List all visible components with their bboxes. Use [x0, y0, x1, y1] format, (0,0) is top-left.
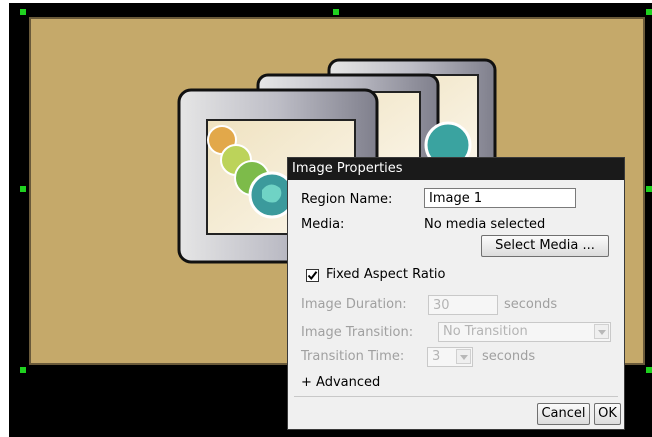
advanced-toggle[interactable]: + Advanced: [301, 375, 380, 390]
image-duration-unit: seconds: [504, 297, 558, 312]
media-status: No media selected: [424, 217, 546, 232]
image-transition-select[interactable]: No Transition: [438, 322, 611, 342]
chevron-down-icon[interactable]: [456, 349, 471, 364]
transition-time-value: 3: [432, 349, 441, 364]
dialog-title: Image Properties: [288, 158, 624, 180]
chevron-down-icon[interactable]: [594, 324, 609, 339]
fixed-aspect-label: Fixed Aspect Ratio: [326, 267, 446, 282]
image-transition-label: Image Transition:: [301, 325, 414, 340]
fixed-aspect-checkbox[interactable]: [306, 269, 319, 282]
image-duration-label: Image Duration:: [301, 297, 407, 312]
transition-time-unit: seconds: [482, 349, 536, 364]
dialog-divider: [294, 396, 618, 397]
region-name-label: Region Name:: [301, 192, 393, 207]
region-name-input[interactable]: [424, 188, 576, 208]
select-media-button[interactable]: Select Media ...: [481, 235, 609, 257]
checkmark-icon: [307, 271, 318, 281]
image-properties-dialog: Image Properties Region Name: Media: No …: [287, 157, 625, 430]
transition-time-select[interactable]: 3: [427, 347, 473, 367]
media-label: Media:: [301, 217, 345, 232]
cancel-button[interactable]: Cancel: [537, 403, 590, 425]
transition-time-label: Transition Time:: [301, 349, 405, 364]
image-transition-value: No Transition: [443, 324, 528, 339]
image-duration-input[interactable]: [428, 295, 498, 315]
editor-stage: Image Properties Region Name: Media: No …: [0, 0, 652, 437]
ok-button[interactable]: OK: [594, 403, 621, 425]
